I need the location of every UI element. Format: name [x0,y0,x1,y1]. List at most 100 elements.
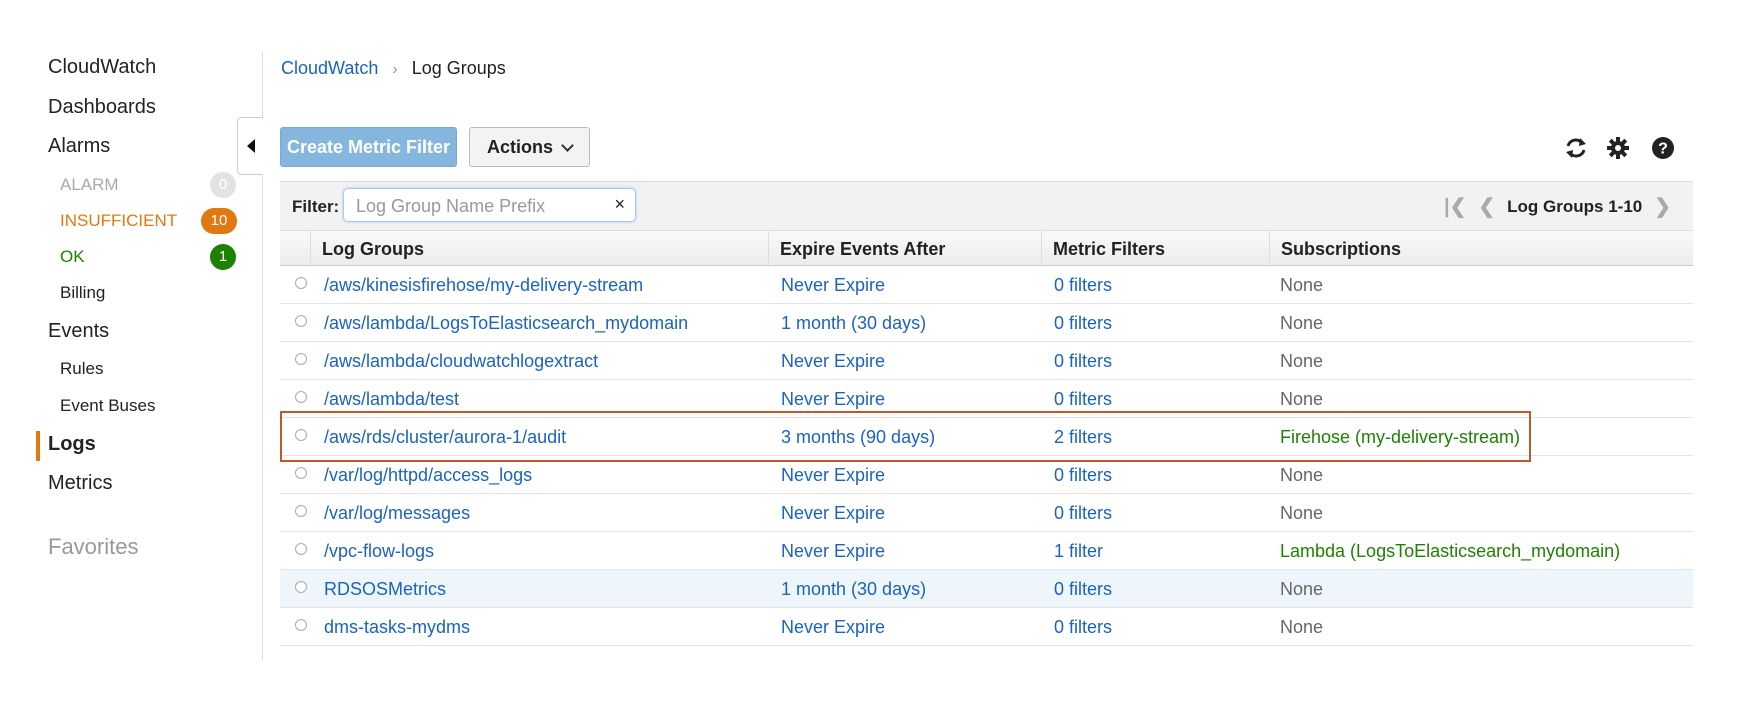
column-header-expire-events[interactable]: Expire Events After [780,239,945,260]
sidebar-item-metrics[interactable]: Metrics [48,472,112,495]
ok-count-badge: 1 [210,244,236,270]
metric-filters-link[interactable]: 0 filters [1054,389,1112,410]
row-select-radio[interactable] [295,505,307,517]
actions-dropdown-button[interactable]: Actions [469,127,590,167]
table-header: Log Groups Expire Events After Metric Fi… [280,230,1693,267]
table-row[interactable]: /aws/lambda/cloudwatchlogextract Never E… [280,342,1693,380]
column-separator [1041,231,1042,267]
log-group-link[interactable]: /var/log/messages [324,503,470,524]
column-header-log-groups[interactable]: Log Groups [322,239,424,260]
log-group-link[interactable]: /vpc-flow-logs [324,541,434,562]
metric-filters-link[interactable]: 0 filters [1054,617,1112,638]
expire-events-link[interactable]: Never Expire [781,617,885,638]
sidebar-item-cloudwatch[interactable]: CloudWatch [48,56,156,79]
help-icon[interactable]: ? [1649,134,1677,162]
row-select-radio[interactable] [295,581,307,593]
row-select-radio[interactable] [295,277,307,289]
metric-filters-link[interactable]: 0 filters [1054,313,1112,334]
column-separator [768,231,769,267]
metric-filters-link[interactable]: 2 filters [1054,427,1112,448]
breadcrumb: CloudWatch › Log Groups [281,58,506,79]
row-select-radio[interactable] [295,543,307,555]
sidebar-item-billing[interactable]: Billing [60,283,105,303]
expire-events-link[interactable]: 1 month (30 days) [781,579,926,600]
insufficient-count-badge: 10 [201,208,237,234]
sidebar: CloudWatch Dashboards Alarms ALARM 0 INS… [0,0,263,660]
metric-filters-link[interactable]: 0 filters [1054,503,1112,524]
expire-events-link[interactable]: Never Expire [781,351,885,372]
sidebar-item-ok-state[interactable]: OK [60,247,85,267]
log-group-link[interactable]: dms-tasks-mydms [324,617,470,638]
expire-events-link[interactable]: 3 months (90 days) [781,427,935,448]
expire-events-link[interactable]: 1 month (30 days) [781,313,926,334]
expire-events-link[interactable]: Never Expire [781,541,885,562]
table-row[interactable]: /aws/kinesisfirehose/my-delivery-stream … [280,266,1693,304]
table-row[interactable]: RDSOSMetrics 1 month (30 days) 0 filters… [280,570,1693,608]
row-select-radio[interactable] [295,391,307,403]
expire-events-link[interactable]: Never Expire [781,275,885,296]
subscriptions-value[interactable]: Firehose (my-delivery-stream) [1280,427,1520,448]
create-metric-filter-button[interactable]: Create Metric Filter [280,127,457,167]
metric-filters-link[interactable]: 0 filters [1054,351,1112,372]
sidebar-item-rules[interactable]: Rules [60,359,103,379]
column-header-subscriptions[interactable]: Subscriptions [1281,239,1401,260]
refresh-icon[interactable] [1562,134,1590,162]
sidebar-item-event-buses[interactable]: Event Buses [60,396,155,416]
clear-filter-icon[interactable]: × [614,194,625,215]
previous-page-icon[interactable]: ❮ [1478,194,1495,219]
log-group-link[interactable]: /var/log/httpd/access_logs [324,465,532,486]
log-group-link[interactable]: /aws/lambda/test [324,389,459,410]
filter-bar: Filter: × |❮ ❮ Log Groups 1-10 ❯ [280,182,1693,230]
log-group-prefix-input[interactable] [354,193,598,219]
row-select-radio[interactable] [295,353,307,365]
subscriptions-value: None [1280,465,1324,485]
sidebar-item-events[interactable]: Events [48,320,109,343]
actions-label: Actions [486,136,553,157]
table-row[interactable]: dms-tasks-mydms Never Expire 0 filters N… [280,608,1693,646]
next-page-icon[interactable]: ❯ [1654,194,1671,219]
table-row[interactable]: /vpc-flow-logs Never Expire 1 filter Lam… [280,532,1693,570]
first-page-icon[interactable]: |❮ [1444,194,1466,219]
log-group-link[interactable]: /aws/rds/cluster/aurora-1/audit [324,427,566,448]
sidebar-item-logs[interactable]: Logs [48,433,96,456]
table-row[interactable]: /aws/lambda/test Never Expire 0 filters … [280,380,1693,418]
column-separator [1269,231,1270,267]
row-select-radio[interactable] [295,315,307,327]
breadcrumb-cloudwatch-link[interactable]: CloudWatch [281,58,378,78]
sidebar-favorites[interactable]: Favorites [48,534,138,560]
table-row[interactable]: /aws/lambda/LogsToElasticsearch_mydomain… [280,304,1693,342]
gear-icon[interactable] [1604,134,1632,162]
log-group-link[interactable]: /aws/lambda/cloudwatchlogextract [324,351,598,372]
filter-label: Filter: [292,197,340,216]
caret-left-icon [246,139,255,153]
sidebar-item-insufficient-state[interactable]: INSUFFICIENT [60,211,177,231]
expire-events-link[interactable]: Never Expire [781,389,885,410]
metric-filters-link[interactable]: 0 filters [1054,275,1112,296]
sidebar-item-alarms[interactable]: Alarms [48,135,110,158]
metric-filters-link[interactable]: 0 filters [1054,465,1112,486]
expire-events-link[interactable]: Never Expire [781,503,885,524]
sidebar-item-alarm-state[interactable]: ALARM [60,175,119,195]
metric-filters-link[interactable]: 1 filter [1054,541,1103,562]
collapse-sidebar-button[interactable] [237,117,263,175]
row-select-radio[interactable] [295,619,307,631]
subscriptions-value[interactable]: Lambda (LogsToElasticsearch_mydomain) [1280,541,1620,562]
log-group-link[interactable]: /aws/kinesisfirehose/my-delivery-stream [324,275,643,296]
log-group-link[interactable]: RDSOSMetrics [324,579,446,600]
sidebar-item-dashboards[interactable]: Dashboards [48,96,156,119]
table-row[interactable]: /aws/rds/cluster/aurora-1/audit 3 months… [280,418,1693,456]
svg-text:?: ? [1658,141,1668,158]
subscriptions-value: None [1280,579,1324,599]
active-indicator [36,431,40,461]
row-select-radio[interactable] [295,429,307,441]
metric-filters-link[interactable]: 0 filters [1054,579,1112,600]
filter-input-wrapper: × [343,188,636,222]
table-row[interactable]: /var/log/httpd/access_logs Never Expire … [280,456,1693,494]
expire-events-link[interactable]: Never Expire [781,465,885,486]
column-header-metric-filters[interactable]: Metric Filters [1053,239,1165,260]
pagination-label: Log Groups 1-10 [1507,196,1643,216]
table-row[interactable]: /var/log/messages Never Expire 0 filters… [280,494,1693,532]
log-group-link[interactable]: /aws/lambda/LogsToElasticsearch_mydomain [324,313,688,334]
alarm-count-badge: 0 [210,172,236,198]
row-select-radio[interactable] [295,467,307,479]
